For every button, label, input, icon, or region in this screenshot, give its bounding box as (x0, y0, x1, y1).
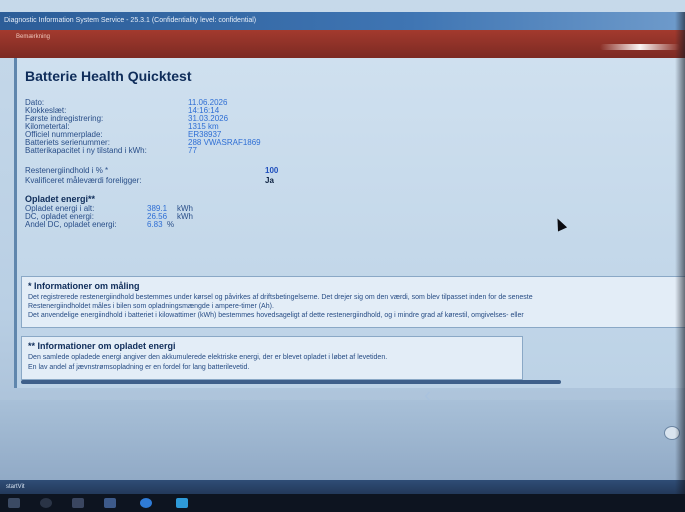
browser-icon[interactable] (140, 498, 152, 508)
residual-energy-value: 100 (265, 166, 279, 175)
info-charged-line: En lav andel af jævnstrømsopladning er e… (28, 364, 250, 371)
light-glare (600, 44, 680, 50)
info-measurement-line: Restenergiindholdet måles i bilen som op… (28, 303, 274, 310)
app-header-bar: Bemærkning (0, 30, 685, 58)
info-measurement-line: Det registrerede restenergiindhold beste… (28, 294, 533, 301)
horizontal-scrollbar[interactable] (21, 380, 561, 384)
info-measurement-line: Det anvendelige energiindhold i batterie… (28, 312, 524, 319)
charged-energy-title: Opladet energi** (25, 194, 96, 204)
search-icon[interactable] (40, 498, 52, 508)
diagnostic-screen: Diagnostic Information System Service - … (0, 0, 685, 512)
qualified-measurement-label: Kvalificeret måleværdi foreligger: (25, 176, 142, 185)
info-charged-line: Den samlede opladede energi angiver den … (28, 354, 388, 361)
chevron-left-icon[interactable]: ‹ (424, 382, 431, 408)
task-view-icon[interactable] (72, 498, 84, 508)
windows-start-icon[interactable] (8, 498, 20, 508)
residual-energy-label: Restenergiindhold i % * (25, 166, 109, 175)
status-bar: startVit (0, 480, 685, 494)
info-charged-title: ** Informationer om opladet energi (28, 341, 176, 351)
window-title: Diagnostic Information System Service - … (0, 12, 685, 30)
qualified-measurement-value: Ja (265, 176, 274, 185)
charged-dc-share-unit: % (167, 220, 175, 229)
menu-item-remark[interactable]: Bemærkning (16, 34, 50, 40)
lower-pane (0, 400, 685, 480)
page-title: Batterie Health Quicktest (25, 68, 192, 84)
report-panel: Batterie Health Quicktest Dato: 11.06.20… (14, 58, 685, 388)
info-measurement-title: * Informationer om måling (28, 281, 140, 291)
diagnostic-app-icon[interactable] (176, 498, 188, 508)
charged-dc-unit: kWh (177, 212, 193, 221)
info-measurement-box: * Informationer om måling Det registrere… (21, 276, 685, 328)
detail-value-capacity: 77 (188, 146, 197, 155)
detail-label-capacity: Batterikapacitet i ny tilstand i kWh: (25, 146, 147, 155)
info-charged-box: ** Informationer om opladet energi Den s… (21, 336, 523, 380)
screen-edge-shadow (675, 12, 685, 494)
explorer-icon[interactable] (104, 498, 116, 508)
detail-value-serial: 288 VWASRAF1869 (188, 138, 261, 147)
charged-dc-share-value: 6.83 (147, 220, 163, 229)
taskbar (0, 494, 685, 512)
charged-dc-share-label: Andel DC, opladet energi: (25, 220, 117, 229)
